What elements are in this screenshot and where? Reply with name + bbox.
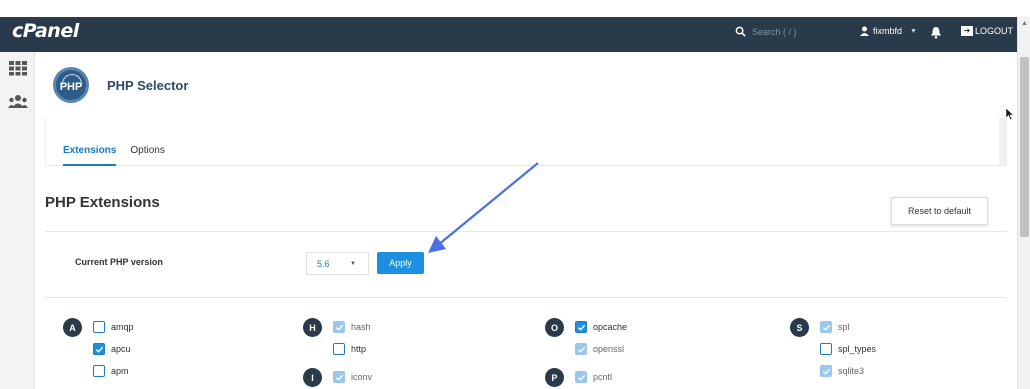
group-letter-a: A <box>63 318 82 337</box>
checkbox[interactable] <box>93 321 105 333</box>
extension-sqlite3: sqlite3 <box>820 365 864 377</box>
extension-label: apm <box>111 366 129 376</box>
checkbox <box>820 365 832 377</box>
checkbox[interactable] <box>820 343 832 355</box>
divider <box>45 231 1007 232</box>
group-letter-h: H <box>303 318 322 337</box>
php-version-value: 5.6 <box>317 258 330 269</box>
php-version-select[interactable]: 5.6 ▼ <box>306 252 369 275</box>
page-title: PHP Selector <box>107 77 189 93</box>
extension-label: opcache <box>593 322 628 332</box>
page-scrollbar[interactable]: ▲ <box>1017 17 1030 389</box>
extension-label: http <box>351 344 367 354</box>
tab-bar: Extensions Options <box>63 145 165 166</box>
extension-spl: spl <box>820 321 850 333</box>
extension-label: iconv <box>351 372 373 382</box>
divider <box>45 297 1007 298</box>
apply-button[interactable]: Apply <box>377 252 424 274</box>
group-letter-i: I <box>303 368 322 387</box>
tab-extensions[interactable]: Extensions <box>63 145 117 166</box>
logout-label: LOGOUT <box>975 26 1014 36</box>
username: fixmbfd <box>873 26 903 36</box>
user-menu[interactable]: fixmbfd ▼ <box>860 26 917 36</box>
search-box[interactable]: Search ( / ) <box>735 26 797 37</box>
left-sidebar <box>0 52 35 389</box>
checkbox[interactable] <box>93 365 105 377</box>
cpanel-logo[interactable]: cPanel <box>12 20 79 42</box>
php-version-label: Current PHP version <box>75 257 163 267</box>
extension-apcu[interactable]: apcu <box>93 343 131 355</box>
php-selector-icon: PHP <box>53 67 89 103</box>
extension-http[interactable]: http <box>333 343 366 355</box>
user-icon <box>860 26 869 36</box>
tab-panel <box>45 118 1007 166</box>
extension-amqp[interactable]: amqp <box>93 321 134 333</box>
section-title: PHP Extensions <box>45 194 160 211</box>
group-letter-o: O <box>545 318 564 337</box>
checkbox <box>575 371 587 383</box>
extension-label: spl <box>838 322 850 332</box>
users-icon[interactable] <box>8 94 28 110</box>
extension-label: spl_types <box>838 344 877 354</box>
extension-label: pcntl <box>593 372 613 382</box>
search-icon <box>735 26 746 37</box>
top-navbar: cPanel Search ( / ) fixmbfd ▼ ➜ LOGOUT <box>0 17 1030 52</box>
grid-icon[interactable] <box>8 60 28 76</box>
checkbox <box>575 343 587 355</box>
checkbox[interactable] <box>575 321 587 333</box>
extension-label: sqlite3 <box>838 366 865 376</box>
logout-button[interactable]: ➜ LOGOUT <box>961 26 1013 36</box>
checkbox[interactable] <box>333 343 345 355</box>
checkbox <box>333 371 345 383</box>
extension-label: hash <box>351 322 371 332</box>
chevron-down-icon: ▼ <box>350 260 356 267</box>
group-letter-p: P <box>545 368 564 387</box>
page-header: PHP PHP Selector <box>53 67 188 103</box>
search-placeholder[interactable]: Search ( / ) <box>752 27 797 37</box>
extension-label: apcu <box>111 344 131 354</box>
scroll-up-icon[interactable]: ▲ <box>1021 20 1028 27</box>
extension-apm[interactable]: apm <box>93 365 129 377</box>
extension-pcntl: pcntl <box>575 371 612 383</box>
extension-spl_types[interactable]: spl_types <box>820 343 876 355</box>
extension-opcache[interactable]: opcache <box>575 321 627 333</box>
bell-icon[interactable] <box>930 26 942 39</box>
extension-label: amqp <box>111 322 134 332</box>
reset-to-default-button[interactable]: Reset to default <box>891 197 988 225</box>
group-letter-s: S <box>790 318 809 337</box>
chevron-down-icon: ▼ <box>910 27 917 35</box>
extension-iconv: iconv <box>333 371 372 383</box>
tab-options[interactable]: Options <box>130 145 164 166</box>
mouse-cursor-icon <box>1006 108 1014 120</box>
checkbox <box>333 321 345 333</box>
extension-hash: hash <box>333 321 371 333</box>
extension-openssl: openssl <box>575 343 624 355</box>
scrollbar-thumb[interactable] <box>1020 57 1029 237</box>
extension-label: openssl <box>593 344 625 354</box>
logout-icon: ➜ <box>961 26 973 36</box>
checkbox[interactable] <box>93 343 105 355</box>
checkbox <box>820 321 832 333</box>
